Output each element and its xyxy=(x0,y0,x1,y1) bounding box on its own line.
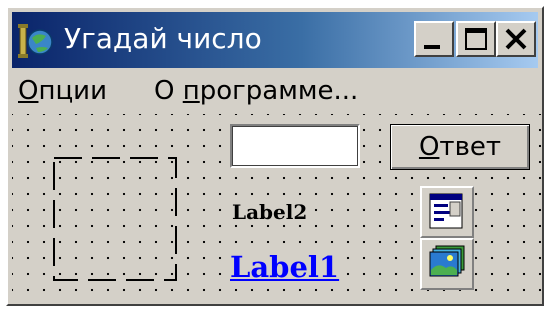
window-title: Угадай число xyxy=(64,22,262,55)
menu-about-label: рограмме... xyxy=(199,76,359,106)
answer-button[interactable]: Ответ xyxy=(390,124,530,170)
main-window: Угадай число Опции О программе... Ответ xyxy=(6,6,544,306)
menu-about-accel: п xyxy=(182,76,200,106)
maximize-button[interactable] xyxy=(456,21,496,57)
menu-bar: Опции О программе... xyxy=(12,72,538,112)
close-icon xyxy=(505,28,527,50)
label1[interactable]: Label1 xyxy=(228,250,342,284)
minimize-button[interactable] xyxy=(414,21,454,57)
answer-input[interactable] xyxy=(230,124,360,168)
image-list-component-icon xyxy=(429,245,465,277)
title-bar[interactable]: Угадай число xyxy=(12,12,538,68)
maximize-icon xyxy=(465,28,487,50)
menu-about[interactable]: О программе... xyxy=(154,76,358,106)
menu-options-label: пции xyxy=(38,76,107,106)
dashed-frame-icon[interactable] xyxy=(50,154,180,284)
menu-options[interactable]: Опции xyxy=(18,76,107,106)
popup-menu-component-icon xyxy=(429,193,463,229)
minimize-icon xyxy=(424,45,440,49)
menu-options-accel: О xyxy=(18,76,39,106)
answer-button-label: твет xyxy=(439,132,502,162)
close-button[interactable] xyxy=(496,21,536,57)
form-designer-area[interactable]: Ответ Label2 Label1 xyxy=(12,114,542,304)
guess-app-icon xyxy=(18,24,53,58)
label2: Label2 xyxy=(230,200,310,224)
popup-menu-component[interactable] xyxy=(420,186,474,238)
menu-about-prefix: О xyxy=(154,76,183,106)
answer-button-accel: О xyxy=(418,132,440,162)
image-list-component[interactable] xyxy=(420,238,474,290)
